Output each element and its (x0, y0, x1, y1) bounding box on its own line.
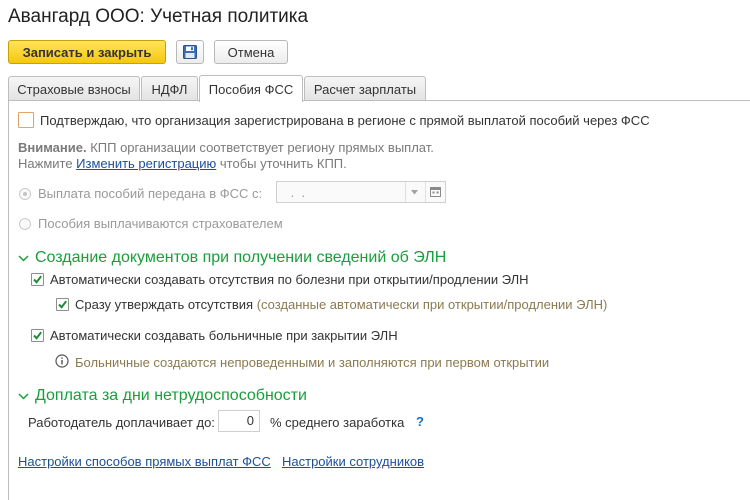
checkmark-icon (58, 300, 67, 309)
tab-fss-benefits[interactable]: Пособия ФСС (199, 75, 303, 102)
press-prefix: Нажмите (18, 156, 77, 171)
extra-pay-percent-input[interactable]: 0 (218, 410, 260, 432)
press-text: Нажмите Изменить регистрацию чтобы уточн… (18, 156, 347, 171)
eln-section-header[interactable]: Создание документов при получении сведен… (18, 249, 446, 267)
attention-bold: Внимание. (18, 140, 87, 155)
tab-ndfl[interactable]: НДФЛ (141, 76, 198, 101)
tab-insurance-contributions[interactable]: Страховые взносы (8, 76, 140, 101)
eln-section-title: Создание документов при получении сведен… (35, 249, 447, 266)
direct-payments-settings-link[interactable]: Настройки способов прямых выплат ФСС (18, 454, 271, 469)
radio-paid-by-insurer-label: Пособия выплачиваются страхователем (38, 216, 283, 231)
save-and-close-button[interactable]: Записать и закрыть (8, 40, 166, 64)
employees-settings-link[interactable]: Настройки сотрудников (282, 454, 424, 469)
floppy-disk-icon (183, 45, 197, 59)
attention-message: КПП организации соответствует региону пр… (86, 140, 434, 155)
auto-sick-leave-label: Автоматически создавать больничные при з… (50, 328, 398, 343)
calendar-icon[interactable] (430, 186, 441, 197)
help-icon[interactable]: ? (416, 414, 424, 429)
checkmark-icon (33, 331, 42, 340)
extra-pay-section-header[interactable]: Доплата за дни нетрудоспособности (18, 387, 307, 405)
auto-sick-leave-checkbox[interactable] (31, 329, 44, 342)
field-divider (425, 182, 426, 202)
approve-absence-label: Сразу утверждать отсутствия (созданные а… (75, 297, 607, 312)
extra-pay-section-title: Доплата за дни нетрудоспособности (35, 387, 307, 404)
fss-confirm-checkbox[interactable] (18, 112, 34, 128)
auto-absence-label: Автоматически создавать отсутствия по бо… (50, 272, 529, 287)
radio-paid-by-insurer[interactable] (19, 218, 31, 230)
average-earnings-label: % среднего заработка (270, 415, 405, 430)
tab-payroll[interactable]: Расчет зарплаты (304, 76, 426, 101)
fss-transfer-date-field[interactable]: . . (276, 181, 446, 203)
field-divider (405, 182, 406, 202)
dropdown-arrow-icon[interactable] (411, 190, 418, 195)
employer-extra-pay-label: Работодатель доплачивает до: (28, 415, 215, 430)
fss-confirm-label: Подтверждаю, что организация зарегистрир… (40, 113, 650, 128)
change-registration-link[interactable]: Изменить регистрацию (76, 156, 216, 171)
approve-absence-hint: (созданные автоматически при открытии/пр… (253, 297, 608, 312)
attention-text: Внимание. КПП организации соответствует … (18, 140, 434, 155)
approve-absence-checkbox[interactable] (56, 298, 69, 311)
radio-dot (23, 192, 27, 196)
info-icon (55, 354, 69, 368)
save-button[interactable] (176, 40, 204, 64)
chevron-down-icon (18, 392, 29, 400)
press-suffix: чтобы уточнить КПП. (216, 156, 347, 171)
cancel-button[interactable]: Отмена (214, 40, 288, 64)
radio-payments-transferred[interactable] (19, 188, 31, 200)
chevron-down-icon (18, 254, 29, 262)
window-title: Авангард ООО: Учетная политика (8, 6, 309, 27)
radio-payments-transferred-label: Выплата пособий передана в ФСС с: (38, 186, 263, 201)
date-placeholder: . . (287, 185, 306, 200)
sick-leave-info-text: Больничные создаются непроведенными и за… (75, 355, 550, 370)
approve-absence-main: Сразу утверждать отсутствия (75, 297, 254, 312)
checkmark-icon (33, 275, 42, 284)
auto-absence-checkbox[interactable] (31, 273, 44, 286)
